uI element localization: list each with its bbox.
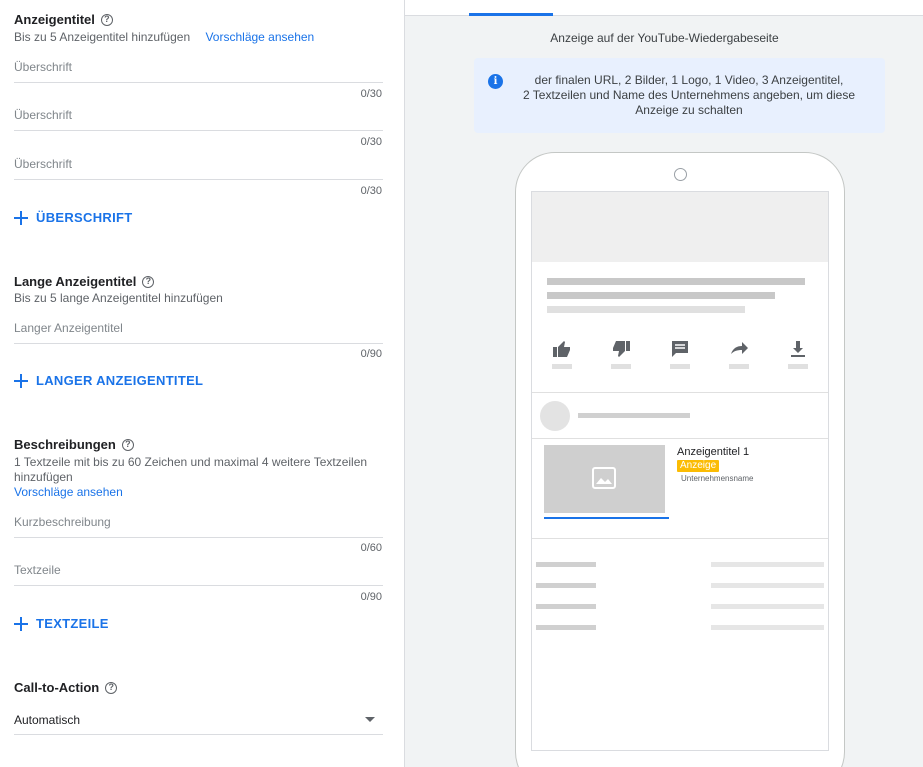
add-headline-button[interactable]: ÜBERSCHRIFT (14, 210, 132, 225)
title-skeleton-bar (547, 278, 805, 285)
info-icon: i (488, 74, 503, 89)
description-placeholder: Textzeile (14, 563, 61, 577)
comment-icon (668, 340, 692, 380)
suggestion-skeleton-right (711, 562, 824, 567)
help-icon[interactable]: ? (142, 275, 155, 288)
suggestion-skeleton-left (536, 562, 596, 567)
plus-icon (14, 210, 28, 225)
short-description-input[interactable]: Kurzbeschreibung (14, 508, 383, 538)
ad-badge: Anzeige (677, 460, 720, 472)
plus-icon (14, 616, 28, 631)
info-banner-line: 2 Textzeilen und Name des Unternehmens a… (523, 88, 855, 102)
descriptions-subtitle: 1 Textzeile mit bis zu 60 Zeichen und ma… (14, 455, 384, 500)
headline-input-placeholder: Überschrift (14, 157, 73, 171)
descriptions-section-title: Beschreibungen ? (14, 437, 134, 452)
thumbs-up-icon (550, 340, 574, 380)
headline-counter-3: 0/30 (360, 185, 382, 197)
active-tab-indicator[interactable] (469, 13, 553, 16)
headline-input-1[interactable]: Überschrift (14, 53, 383, 83)
phone-mockup: Anzeigentitel 1 Anzeige Unternehmensname (515, 152, 845, 767)
suggestion-skeleton-left (536, 604, 596, 609)
headlines-section-title: Anzeigentitel ? (14, 12, 113, 27)
long-headline-input[interactable]: Langer Anzeigentitel (14, 314, 383, 344)
add-description-button[interactable]: TEXTZEILE (14, 616, 109, 631)
cta-select-value: Automatisch (14, 713, 81, 727)
preview-title: Anzeige auf der YouTube-Wiedergabeseite (550, 31, 779, 45)
video-actions-row (532, 340, 828, 380)
headline-input-placeholder: Überschrift (14, 60, 73, 74)
add-long-headline-label: LANGER ANZEIGENTITEL (36, 373, 204, 388)
ad-form-panel: Anzeigentitel ? Bis zu 5 Anzeigentitel h… (0, 0, 404, 767)
preview-tab-bar (405, 0, 923, 16)
ad-image-placeholder (544, 445, 665, 513)
divider (532, 392, 828, 393)
long-headline-input-placeholder: Langer Anzeigentitel (14, 321, 123, 335)
channel-name-skeleton (578, 413, 690, 418)
long-headlines-section-title: Lange Anzeigentitel ? (14, 274, 155, 289)
headline-input-placeholder: Überschrift (14, 108, 73, 122)
phone-screen: Anzeigentitel 1 Anzeige Unternehmensname (531, 191, 829, 751)
ad-headline: Anzeigentitel 1 (677, 446, 750, 458)
headlines-subtitle-text: Bis zu 5 Anzeigentitel hinzufügen (14, 30, 191, 44)
thumbs-down-icon (609, 340, 633, 380)
headlines-title-text: Anzeigentitel (14, 12, 95, 27)
image-icon (592, 467, 616, 489)
long-headlines-title-text: Lange Anzeigentitel (14, 274, 137, 289)
add-headline-label: ÜBERSCHRIFT (36, 210, 133, 225)
plus-icon (14, 373, 28, 388)
suggestion-skeleton-right (711, 583, 824, 588)
suggestion-skeleton-right (711, 604, 824, 609)
headline-input-3[interactable]: Überschrift (14, 150, 383, 180)
info-banner: i der finalen URL, 2 Bilder, 1 Logo, 1 V… (474, 58, 885, 133)
divider (532, 538, 828, 539)
ad-progress-underline (544, 517, 669, 519)
description-input[interactable]: Textzeile (14, 556, 383, 586)
long-headlines-subtitle: Bis zu 5 lange Anzeigentitel hinzufügen (14, 291, 223, 305)
ad-company-name: Unternehmensname (681, 474, 754, 483)
description-counter: 0/90 (360, 591, 382, 603)
descriptions-subtitle-line: hinzufügen (14, 470, 73, 484)
headline-counter-2: 0/30 (360, 136, 382, 148)
short-description-placeholder: Kurzbeschreibung (14, 515, 111, 529)
phone-camera (674, 168, 687, 181)
cta-section-title: Call-to-Action ? (14, 680, 118, 695)
headline-input-2[interactable]: Überschrift (14, 101, 383, 131)
download-icon (786, 340, 810, 380)
cta-title-text: Call-to-Action (14, 680, 100, 695)
descriptions-title-text: Beschreibungen (14, 437, 116, 452)
info-banner-text: der finalen URL, 2 Bilder, 1 Logo, 1 Vid… (514, 73, 864, 118)
share-icon (727, 340, 751, 380)
suggestion-skeleton-left (536, 583, 596, 588)
title-skeleton-bar (547, 292, 775, 299)
descriptions-suggestions-link[interactable]: Vorschläge ansehen (14, 485, 384, 500)
long-headline-counter: 0/90 (360, 348, 382, 360)
info-banner-line: der finalen URL, 2 Bilder, 1 Logo, 1 Vid… (534, 73, 844, 87)
headlines-suggestions-link[interactable]: Vorschläge ansehen (205, 30, 314, 44)
headline-counter-1: 0/30 (360, 88, 382, 100)
add-description-label: TEXTZEILE (36, 616, 109, 631)
help-icon[interactable]: ? (100, 13, 113, 26)
suggestion-skeleton-right (711, 625, 824, 630)
help-icon[interactable]: ? (105, 681, 118, 694)
info-banner-line: Anzeige zu schalten (635, 103, 743, 117)
suggestion-skeleton-left (536, 625, 596, 630)
ad-preview-panel: Anzeige auf der YouTube-Wiedergabeseite … (404, 0, 923, 767)
channel-avatar (540, 401, 570, 431)
cta-select[interactable]: Automatisch (14, 706, 383, 735)
short-description-counter: 0/60 (360, 542, 382, 554)
headlines-subtitle: Bis zu 5 Anzeigentitel hinzufügen Vorsch… (14, 30, 314, 45)
help-icon[interactable]: ? (121, 438, 134, 451)
add-long-headline-button[interactable]: LANGER ANZEIGENTITEL (14, 373, 203, 388)
divider (532, 438, 828, 439)
video-placeholder (532, 192, 828, 262)
chevron-down-icon (365, 717, 375, 722)
descriptions-subtitle-line: 1 Textzeile mit bis zu 60 Zeichen und ma… (14, 455, 368, 469)
title-skeleton-bar (547, 306, 745, 313)
